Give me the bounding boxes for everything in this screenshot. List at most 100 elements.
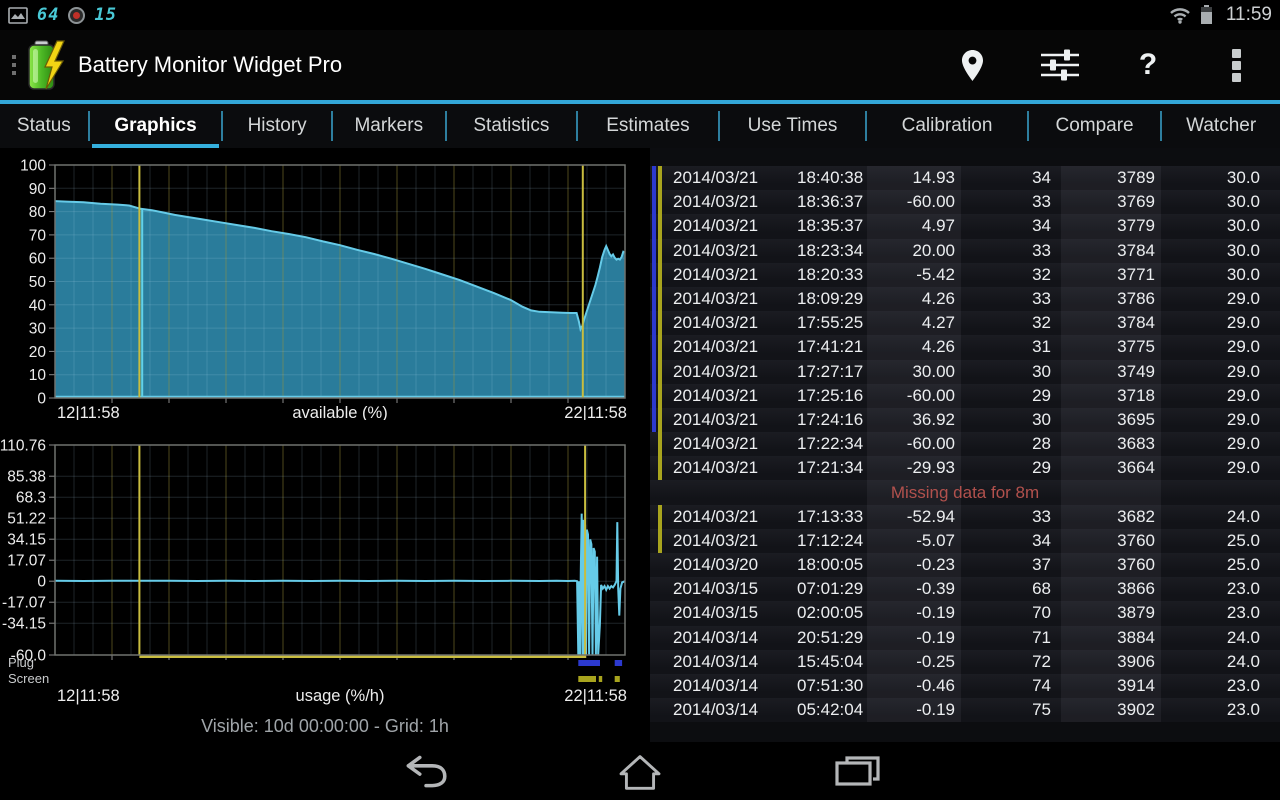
sliders-icon [1039, 47, 1081, 83]
state-indicators [650, 360, 665, 384]
table-row[interactable]: 2014/03/2018:00:05-0.2337376025.0 [650, 553, 1280, 577]
cell-temperature: 30.0 [1161, 166, 1280, 190]
charts-panel[interactable]: 100908070605040302010012|11:58available … [0, 148, 650, 742]
svg-text:50: 50 [29, 274, 47, 291]
home-button[interactable] [615, 753, 665, 791]
cell-voltage: 3769 [1061, 190, 1161, 214]
plug-indicator-bar [652, 408, 656, 432]
location-button[interactable] [928, 30, 1016, 100]
tab-statistics[interactable]: Statistics [447, 104, 577, 148]
cell-date: 2014/03/21 [665, 214, 795, 238]
svg-text:-17.07: -17.07 [2, 595, 46, 612]
table-row[interactable]: 2014/03/1405:42:04-0.1975390223.0 [650, 698, 1280, 722]
state-indicators [650, 239, 665, 263]
screenshot-notification-icon [8, 7, 28, 24]
available-chart[interactable]: 100908070605040302010012|11:58available … [0, 148, 650, 420]
table-row[interactable]: 2014/03/2117:55:254.2732378429.0 [650, 311, 1280, 335]
table-row[interactable]: 2014/03/1415:45:04-0.2572390624.0 [650, 650, 1280, 674]
table-row[interactable]: 2014/03/1420:51:29-0.1971388424.0 [650, 626, 1280, 650]
table-row[interactable]: 2014/03/2117:25:16-60.0029371829.0 [650, 384, 1280, 408]
screen-indicator-bar [658, 311, 662, 335]
tab-estimates[interactable]: Estimates [578, 104, 718, 148]
tab-calibration[interactable]: Calibration [867, 104, 1027, 148]
cell-voltage: 3784 [1061, 311, 1161, 335]
cell-voltage: 3664 [1061, 456, 1161, 480]
screen-indicator-bar [658, 335, 662, 359]
cell-temperature: 29.0 [1161, 311, 1280, 335]
cell-temperature: 23.0 [1161, 577, 1280, 601]
cell-date: 2014/03/21 [665, 239, 795, 263]
table-row[interactable]: 2014/03/2117:41:214.2631377529.0 [650, 335, 1280, 359]
table-row[interactable]: 2014/03/2118:36:37-60.0033376930.0 [650, 190, 1280, 214]
cell-voltage: 3884 [1061, 626, 1161, 650]
cell-date: 2014/03/14 [665, 626, 795, 650]
cell-time: 17:13:33 [795, 505, 867, 529]
state-indicators [650, 190, 665, 214]
cell-time: 18:23:34 [795, 239, 867, 263]
plug-indicator-bar [652, 311, 656, 335]
plug-indicator-bar [652, 190, 656, 214]
table-row[interactable]: 2014/03/2118:23:3420.0033378430.0 [650, 239, 1280, 263]
tab-markers[interactable]: Markers [333, 104, 445, 148]
cell-date: 2014/03/21 [665, 166, 795, 190]
table-row[interactable]: 2014/03/1507:01:29-0.3968386623.0 [650, 577, 1280, 601]
cell-voltage: 3789 [1061, 166, 1161, 190]
cell-battery-percent: 33 [961, 287, 1061, 311]
cell-battery-percent: 70 [961, 601, 1061, 625]
table-row[interactable]: 2014/03/2118:35:374.9734377930.0 [650, 214, 1280, 238]
tab-use-times[interactable]: Use Times [720, 104, 866, 148]
tab-compare[interactable]: Compare [1029, 104, 1161, 148]
recents-button[interactable] [832, 753, 882, 789]
cell-battery-percent: 33 [961, 190, 1061, 214]
back-button[interactable] [400, 753, 450, 789]
missing-data-row[interactable]: Missing data for 8m [650, 480, 1280, 504]
cell-usage-rate: 4.27 [867, 311, 961, 335]
cell-usage-rate: 4.26 [867, 287, 961, 311]
table-row[interactable]: 2014/03/2117:27:1730.0030374929.0 [650, 360, 1280, 384]
table-row[interactable]: 2014/03/2118:09:294.2633378629.0 [650, 287, 1280, 311]
screen-indicator-bar [658, 287, 662, 311]
cell-temperature: 24.0 [1161, 505, 1280, 529]
cell-temperature: 23.0 [1161, 601, 1280, 625]
svg-text:0: 0 [37, 574, 46, 591]
cell-usage-rate: -0.19 [867, 698, 961, 722]
tab-watcher[interactable]: Watcher [1162, 104, 1280, 148]
table-row[interactable]: 2014/03/2117:13:33-52.9433368224.0 [650, 505, 1280, 529]
cell-usage-rate: 20.00 [867, 239, 961, 263]
history-table[interactable]: 2014/03/2118:40:3814.9334378930.02014/03… [650, 148, 1280, 742]
plug-indicator-bar [652, 166, 656, 190]
state-indicators [650, 553, 665, 577]
svg-text:30: 30 [29, 321, 47, 338]
menu-handle-icon[interactable] [12, 55, 16, 75]
table-row[interactable]: 2014/03/1502:00:05-0.1970387923.0 [650, 601, 1280, 625]
table-row[interactable]: 2014/03/1407:51:30-0.4674391423.0 [650, 674, 1280, 698]
cell-usage-rate: 36.92 [867, 408, 961, 432]
table-row[interactable]: 2014/03/2118:20:33-5.4232377130.0 [650, 263, 1280, 287]
clock: 11:59 [1226, 4, 1272, 26]
overflow-menu-button[interactable] [1192, 30, 1280, 100]
svg-text:22|11:58: 22|11:58 [564, 404, 627, 420]
svg-text:40: 40 [29, 297, 47, 314]
cell-usage-rate: -0.39 [867, 577, 961, 601]
tab-history[interactable]: History [223, 104, 331, 148]
screen-indicator-bar [658, 190, 662, 214]
screen-indicator-bar [658, 432, 662, 456]
state-indicators [650, 287, 665, 311]
settings-button[interactable] [1016, 30, 1104, 100]
help-button[interactable]: ? [1104, 30, 1192, 100]
table-row[interactable]: 2014/03/2118:40:3814.9334378930.0 [650, 166, 1280, 190]
usage-chart[interactable]: 110.7685.3868.351.2234.1517.070-17.07-34… [0, 420, 650, 710]
table-row[interactable]: 2014/03/2117:22:34-60.0028368329.0 [650, 432, 1280, 456]
cell-usage-rate: -5.07 [867, 529, 961, 553]
cell-time: 18:36:37 [795, 190, 867, 214]
cell-battery-percent: 71 [961, 626, 1061, 650]
table-row[interactable]: 2014/03/2117:24:1636.9230369529.0 [650, 408, 1280, 432]
cell-date: 2014/03/21 [665, 529, 795, 553]
cell-time: 17:24:16 [795, 408, 867, 432]
tab-status[interactable]: Status [0, 104, 88, 148]
table-row[interactable]: 2014/03/2117:21:34-29.9329366429.0 [650, 456, 1280, 480]
table-row[interactable]: 2014/03/2117:12:24-5.0734376025.0 [650, 529, 1280, 553]
cell-date: 2014/03/14 [665, 698, 795, 722]
tab-graphics[interactable]: Graphics [90, 104, 222, 148]
cell-time: 17:21:34 [795, 456, 867, 480]
